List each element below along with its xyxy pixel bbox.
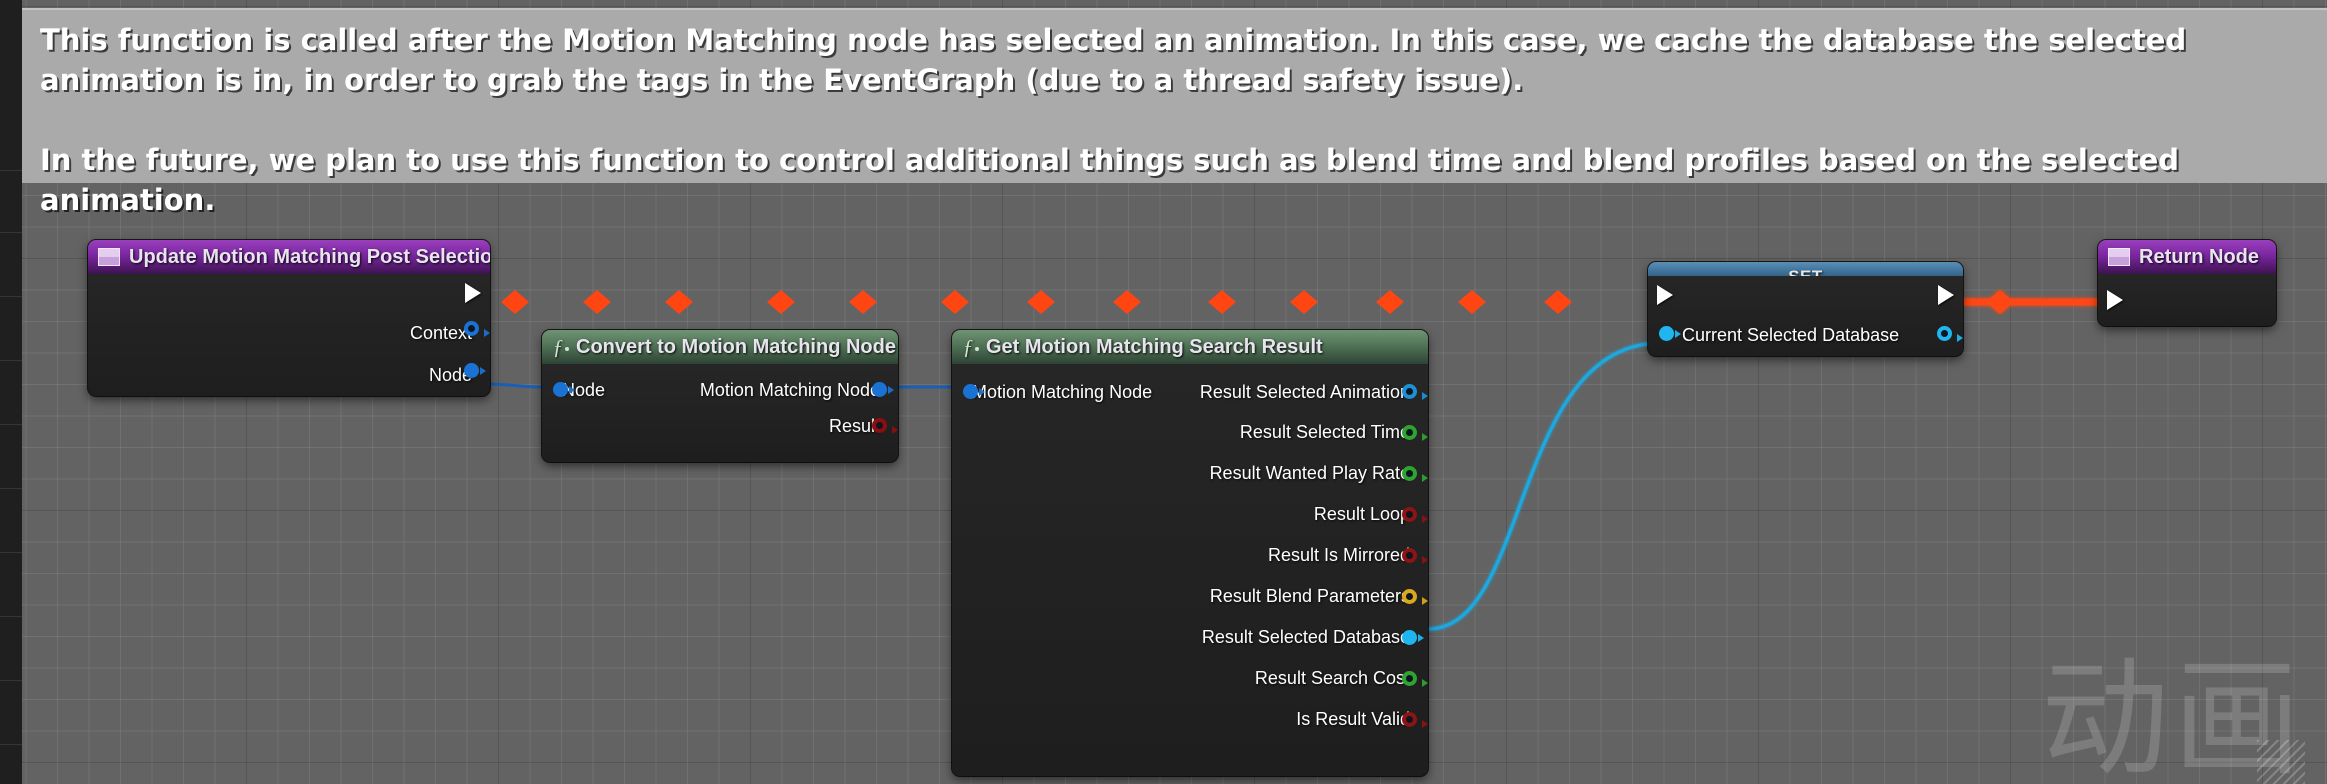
- blueprint-graph-canvas[interactable]: 动画 This function is called after the Mot…: [0, 0, 2327, 784]
- pin-row-exec-out[interactable]: [106, 274, 481, 312]
- pin-result-selected-database[interactable]: [1402, 630, 1424, 645]
- pin-label-result-blend-parameters: Result Blend Parameters: [1209, 586, 1410, 606]
- pin-node-in[interactable]: [553, 382, 575, 397]
- pin-motion-matching-node-out[interactable]: [872, 382, 894, 397]
- pin-row-result-wanted-play-rate[interactable]: Result Wanted Play Rate: [970, 453, 1428, 494]
- pin-motion-matching-node-in[interactable]: [963, 384, 985, 399]
- pin-label-motion-matching-node-in: Motion Matching Node: [972, 381, 1153, 402]
- blueprint-comment-box[interactable]: This function is called after the Motion…: [22, 8, 2327, 217]
- pin-result-search-cost[interactable]: [1402, 671, 1428, 687]
- node-convert-to-motion-matching-node[interactable]: ƒ Convert to Motion Matching Node Node M…: [542, 330, 898, 462]
- pin-node[interactable]: [464, 363, 486, 378]
- node-title: Convert to Motion Matching Node: [576, 335, 896, 358]
- node-return-node[interactable]: Return Node: [2098, 240, 2276, 326]
- node-title: Get Motion Matching Search Result: [986, 335, 1323, 358]
- node-body: Motion Matching Node Result Selected Ani…: [952, 364, 1428, 776]
- node-title: Return Node: [2139, 245, 2259, 268]
- pin-row-result-loop[interactable]: Result Loop: [970, 494, 1428, 535]
- pin-row-exec-in[interactable]: [2107, 274, 2258, 326]
- pin-row-result-search-cost[interactable]: Result Search Cost: [970, 658, 1428, 699]
- exec-in-pin[interactable]: [2107, 290, 2123, 310]
- pin-result-selected-animation[interactable]: [1402, 384, 1428, 400]
- event-node-icon: [2108, 248, 2130, 266]
- node-title: Update Motion Matching Post Selection: [129, 245, 490, 268]
- pin-label-result-loop: Result Loop: [1313, 504, 1410, 524]
- pin-current-selected-database-in[interactable]: [1659, 326, 1681, 341]
- exec-out-pin[interactable]: [465, 283, 481, 303]
- pin-label-result-is-mirrored: Result Is Mirrored: [1267, 545, 1410, 565]
- pin-row-result-is-mirrored[interactable]: Result Is Mirrored: [970, 535, 1428, 576]
- exec-in-pin[interactable]: [1657, 285, 1673, 305]
- comment-text: This function is called after the Motion…: [40, 23, 2187, 217]
- node-header[interactable]: Update Motion Matching Post Selection: [88, 240, 490, 274]
- event-node-icon: [98, 248, 120, 266]
- pin-row-is-result-valid[interactable]: Is Result Valid: [970, 699, 1428, 740]
- exec-out-pin[interactable]: [1938, 285, 1954, 305]
- pin-row-motion-matching-node[interactable]: Motion Matching Node Result Selected Ani…: [963, 372, 1428, 412]
- node-update-motion-matching-post-selection[interactable]: Update Motion Matching Post Selection Co…: [88, 240, 490, 396]
- pin-row-current-selected-database[interactable]: Current Selected Database: [1659, 314, 1963, 356]
- function-icon: ƒ: [962, 337, 980, 358]
- node-body: [2098, 274, 2276, 326]
- node-header[interactable]: ƒ Get Motion Matching Search Result: [952, 330, 1428, 364]
- pin-row-result-selected-database[interactable]: Result Selected Database: [970, 617, 1424, 658]
- pin-label-is-result-valid: Is Result Valid: [1296, 709, 1410, 729]
- pin-result-blend-parameters[interactable]: [1402, 589, 1428, 605]
- pin-label-result-wanted-play-rate: Result Wanted Play Rate: [1209, 463, 1410, 483]
- pin-label-result-selected-database: Result Selected Database: [1201, 627, 1410, 647]
- pin-row-result[interactable]: Result: [560, 408, 898, 444]
- pin-label-result-search-cost: Result Search Cost: [1254, 668, 1410, 688]
- pin-result[interactable]: [872, 418, 898, 434]
- pin-row-node-in-out[interactable]: Node Motion Matching Node: [553, 372, 894, 408]
- pin-context[interactable]: [464, 321, 490, 337]
- node-set-current-selected-database[interactable]: SET Current Selected Database: [1648, 262, 1963, 356]
- pin-label-context: Context: [409, 322, 472, 343]
- pin-label-result-selected-time: Result Selected Time: [1239, 422, 1410, 442]
- pin-result-loop[interactable]: [1402, 507, 1428, 523]
- pin-row-result-selected-time[interactable]: Result Selected Time: [970, 412, 1428, 453]
- pin-label-current-selected-database: Current Selected Database: [1682, 324, 1900, 345]
- pin-label-result-selected-animation: Result Selected Animation: [1199, 381, 1410, 402]
- pin-row-exec[interactable]: [1657, 276, 1954, 314]
- node-header[interactable]: Return Node: [2098, 240, 2276, 274]
- node-body: Context Node: [88, 274, 490, 396]
- pin-is-result-valid[interactable]: [1402, 712, 1428, 728]
- node-header[interactable]: ƒ Convert to Motion Matching Node: [542, 330, 898, 364]
- left-gutter-strip: [0, 0, 22, 784]
- function-icon: ƒ: [552, 337, 570, 358]
- pin-row-node[interactable]: Node: [106, 354, 486, 396]
- pin-row-result-blend-parameters[interactable]: Result Blend Parameters: [970, 576, 1428, 617]
- pin-result-wanted-play-rate[interactable]: [1402, 466, 1428, 482]
- pin-current-selected-database-out[interactable]: [1937, 326, 1963, 342]
- node-body: Node Motion Matching Node Result: [542, 364, 898, 462]
- pin-result-is-mirrored[interactable]: [1402, 548, 1428, 564]
- pin-label-motion-matching-node-out: Motion Matching Node: [699, 379, 880, 400]
- pin-row-context[interactable]: Context: [106, 312, 490, 354]
- node-body: Current Selected Database: [1648, 276, 1963, 356]
- node-get-motion-matching-search-result[interactable]: ƒ Get Motion Matching Search Result Moti…: [952, 330, 1428, 776]
- pin-result-selected-time[interactable]: [1402, 425, 1428, 441]
